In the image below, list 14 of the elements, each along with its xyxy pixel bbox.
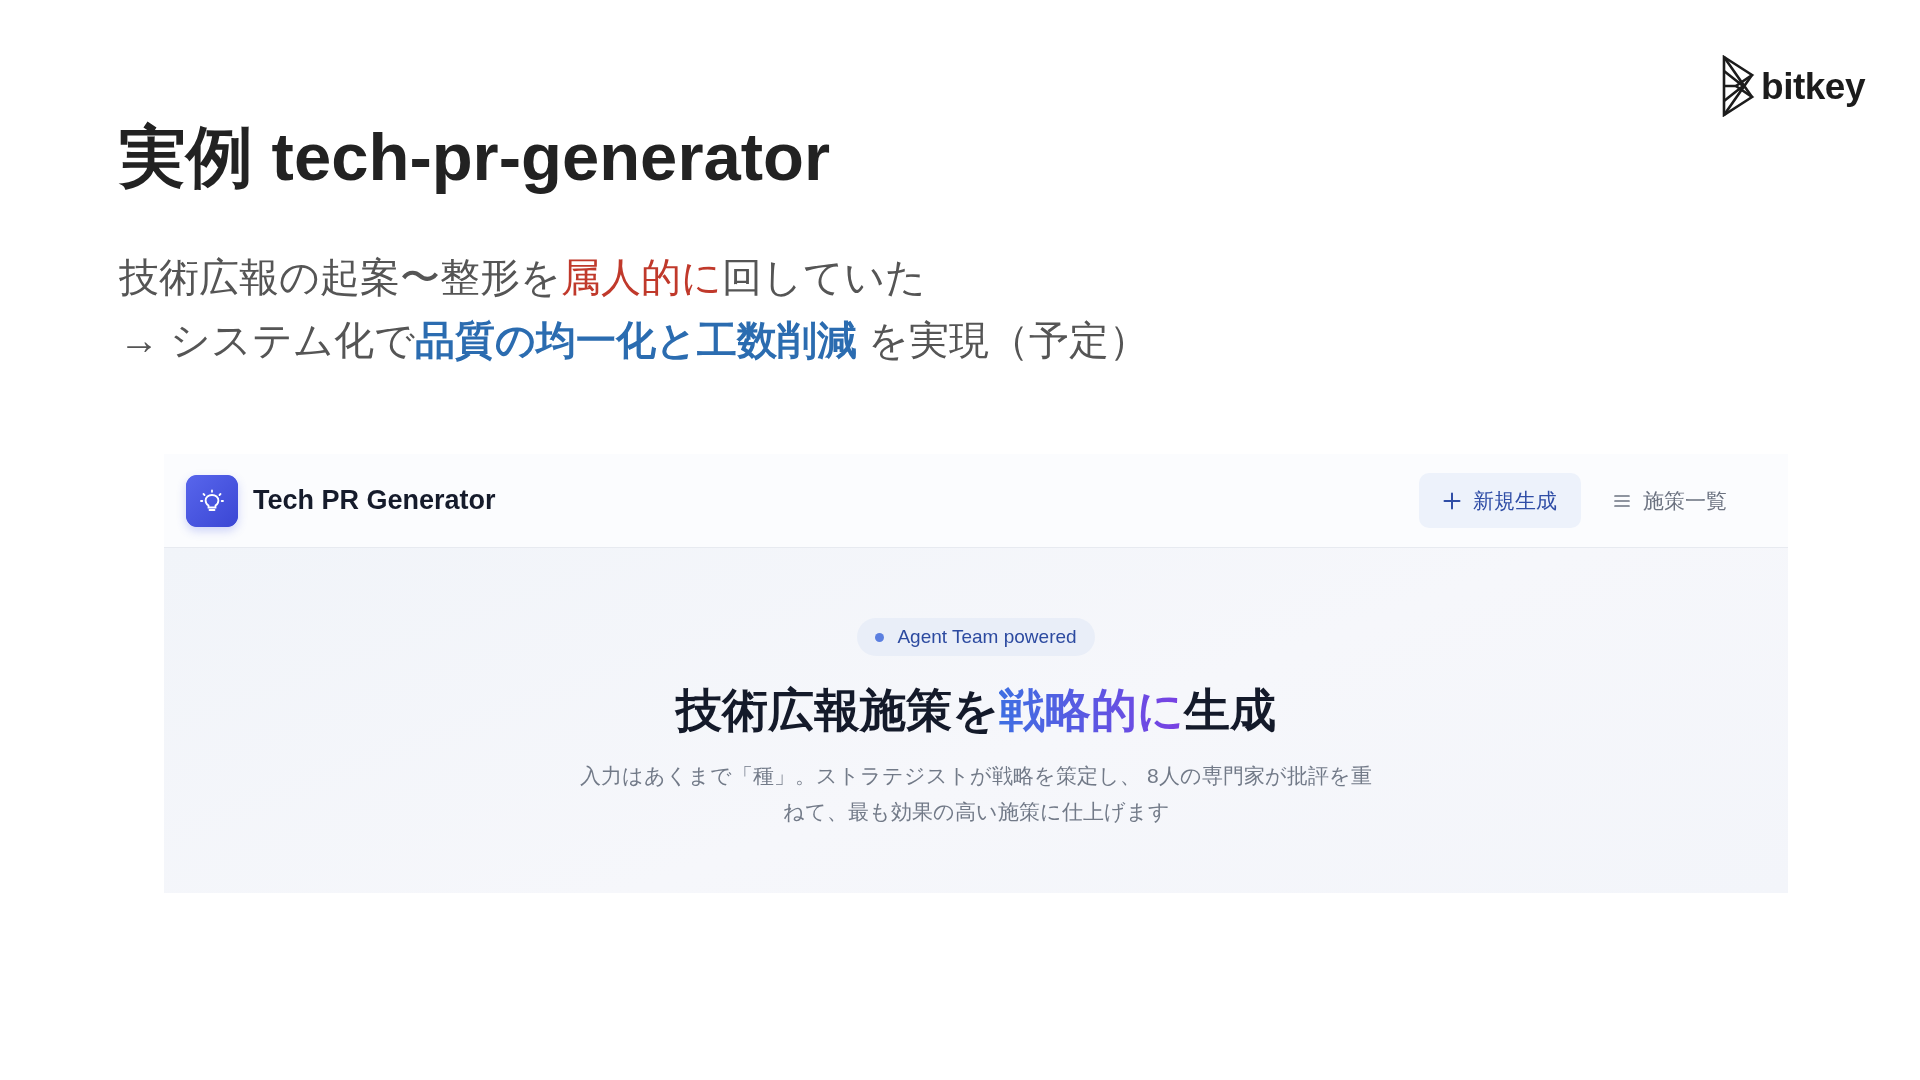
hero-heading: 技術広報施策を戦略的に生成 xyxy=(676,683,1276,738)
plus-icon xyxy=(1443,491,1461,510)
dot-icon xyxy=(875,632,885,642)
badge-text: Agent Team powered xyxy=(897,624,1077,649)
hero-description: 入力はあくまで「種」。ストラテジストが戦略を策定し、 8人の専門家が批評を重ねて、最も効果の高い施策に仕上げます xyxy=(579,763,1373,825)
subtitle-line: 技術広報の起案〜整形を属人的に回していた xyxy=(119,254,927,301)
nav-link[interactable]: 施策一覧 xyxy=(1589,473,1751,528)
slide-title: 実例 tech-pr-generator xyxy=(119,118,832,195)
nav-link[interactable]: 新規生成 xyxy=(1419,473,1581,528)
logo-icon xyxy=(1721,55,1756,117)
lightbulb-icon xyxy=(186,474,238,527)
logo-wordmark: bitkey xyxy=(1761,67,1865,105)
app-title: Tech PR Generator xyxy=(253,484,496,518)
subtitle-line: → システム化で品質の均一化と工数削減 を実現（予定） xyxy=(119,317,1150,364)
